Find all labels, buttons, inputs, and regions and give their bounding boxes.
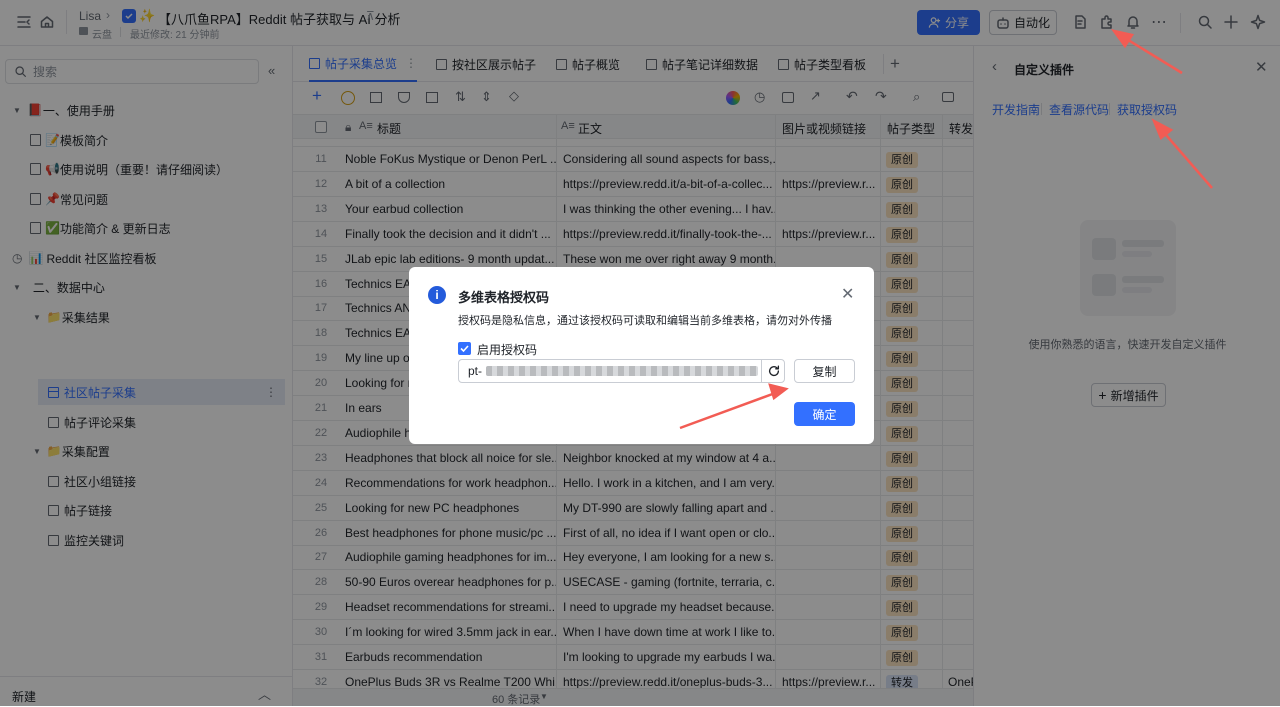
annotation-arrowhead [768, 383, 789, 401]
annotation-arrowhead [1111, 29, 1135, 49]
annotation-arrows [679, 29, 1213, 430]
annotation-arrow [679, 390, 779, 430]
annotation-arrowhead [1151, 118, 1174, 141]
annotation-arrow [1159, 127, 1213, 189]
